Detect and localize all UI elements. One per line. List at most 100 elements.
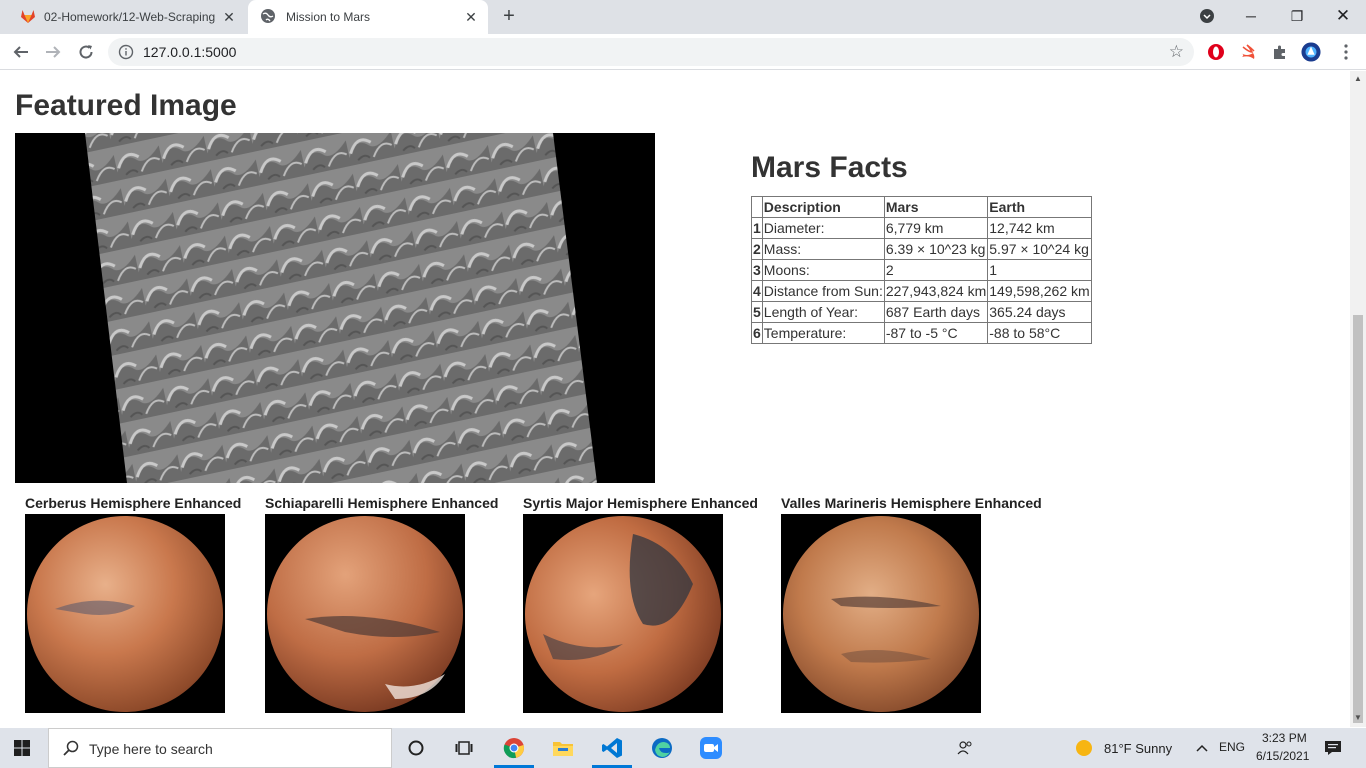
hemisphere-card-schiaparelli: Schiaparelli Hemisphere Enhanced	[265, 495, 498, 713]
chrome-icon[interactable]	[502, 736, 526, 760]
globe-icon	[260, 8, 276, 27]
swift-icon[interactable]	[1238, 42, 1258, 62]
chevron-up-icon[interactable]	[1190, 736, 1214, 760]
mars-facts-heading: Mars Facts	[751, 151, 908, 184]
hemisphere-card-valles-marineris: Valles Marineris Hemisphere Enhanced	[781, 495, 1042, 713]
hemisphere-title: Valles Marineris Hemisphere Enhanced	[781, 495, 1042, 511]
featured-image	[15, 133, 655, 483]
hemisphere-card-syrtis-major: Syrtis Major Hemisphere Enhanced	[523, 495, 758, 713]
clock-time[interactable]: 3:23 PM	[1262, 731, 1307, 745]
gitlab-icon	[20, 8, 36, 27]
table-cell: Moons:	[761, 259, 885, 281]
back-arrow-icon[interactable]	[10, 41, 32, 63]
minimize-icon[interactable]: ─	[1228, 0, 1274, 32]
windows-start-icon[interactable]	[14, 740, 30, 756]
header-cell: Earth	[987, 196, 1092, 218]
row-index: 1	[751, 217, 763, 239]
file-explorer-icon[interactable]	[551, 736, 575, 760]
table-row: 5 Length of Year: 687 Earth days 365.24 …	[751, 301, 1092, 323]
tab-title: 02-Homework/12-Web-Scraping	[44, 10, 216, 24]
table-cell: 12,742 km	[987, 217, 1092, 239]
site-info-icon[interactable]	[118, 44, 134, 60]
restore-icon[interactable]: ❐	[1274, 0, 1320, 32]
vscode-icon[interactable]	[600, 736, 624, 760]
row-index: 4	[751, 280, 763, 302]
taskbar-search-box[interactable]: Type here to search	[48, 728, 392, 768]
scroll-up-icon[interactable]: ▲	[1354, 74, 1362, 83]
header-cell: Mars	[883, 196, 989, 218]
table-cell: 149,598,262 km	[987, 280, 1092, 302]
hemisphere-card-cerberus: Cerberus Hemisphere Enhanced	[25, 495, 241, 713]
profile-avatar[interactable]	[1301, 42, 1321, 62]
people-icon[interactable]	[953, 736, 977, 760]
hemisphere-title: Cerberus Hemisphere Enhanced	[25, 495, 242, 511]
hemisphere-title: Schiaparelli Hemisphere Enhanced	[265, 495, 499, 511]
table-row: 1 Diameter: 6,779 km 12,742 km	[751, 217, 1092, 239]
close-window-icon[interactable]: ✕	[1320, 0, 1366, 32]
table-header-row: Description Mars Earth	[751, 196, 1092, 218]
table-cell: Distance from Sun:	[761, 280, 885, 302]
edge-icon[interactable]	[650, 736, 674, 760]
tab-search-icon[interactable]	[1184, 0, 1230, 32]
table-cell: 2	[883, 259, 989, 281]
scrollbar-thumb[interactable]	[1353, 315, 1363, 723]
reload-icon[interactable]	[75, 41, 97, 63]
close-tab-icon[interactable]: ✕	[462, 8, 480, 26]
table-cell: Length of Year:	[761, 301, 885, 323]
notification-icon[interactable]	[1321, 736, 1345, 760]
browser-toolbar: 127.0.0.1:5000 ☆	[0, 34, 1366, 70]
table-row: 6 Temperature: -87 to -5 °C -88 to 58°C	[751, 322, 1092, 344]
mars-facts-table: Description Mars Earth 1 Diameter: 6,779…	[751, 196, 1092, 344]
table-row: 3 Moons: 2 1	[751, 259, 1092, 281]
table-cell: -88 to 58°C	[987, 322, 1092, 344]
hemisphere-title: Syrtis Major Hemisphere Enhanced	[523, 495, 758, 511]
table-cell: 5.97 × 10^24 kg	[987, 238, 1092, 260]
clock-date[interactable]: 6/15/2021	[1256, 749, 1309, 763]
page-viewport: Featured Image Mars Facts Description Ma…	[0, 71, 1350, 727]
close-tab-icon[interactable]: ✕	[220, 8, 238, 26]
opera-icon[interactable]	[1206, 42, 1226, 62]
row-index: 3	[751, 259, 763, 281]
table-cell: Mass:	[761, 238, 885, 260]
table-cell: -87 to -5 °C	[883, 322, 989, 344]
vertical-scrollbar[interactable]: ▲ ▼	[1350, 71, 1366, 727]
table-cell: Diameter:	[761, 217, 885, 239]
hemisphere-image[interactable]	[265, 514, 465, 713]
table-cell: 227,943,824 km	[883, 280, 989, 302]
windows-taskbar: Type here to search 81°F Sunny ENG 3:23 …	[0, 728, 1366, 768]
url-text: 127.0.0.1:5000	[143, 44, 237, 60]
forward-arrow-icon[interactable]	[42, 41, 64, 63]
hemisphere-image[interactable]	[25, 514, 225, 713]
header-cell: Description	[761, 196, 885, 218]
table-cell: 1	[987, 259, 1092, 281]
tab-mission-to-mars[interactable]: Mission to Mars ✕	[248, 0, 488, 34]
extensions-puzzle-icon[interactable]	[1270, 42, 1290, 62]
task-view-icon[interactable]	[452, 736, 476, 760]
weather-text[interactable]: 81°F Sunny	[1104, 741, 1172, 756]
table-cell: 6.39 × 10^23 kg	[883, 238, 989, 260]
hemisphere-image[interactable]	[523, 514, 723, 713]
tab-strip: 02-Homework/12-Web-Scraping ✕ Mission to…	[0, 0, 1366, 34]
row-index: 2	[751, 238, 763, 260]
table-cell: Temperature:	[761, 322, 885, 344]
search-icon	[63, 740, 79, 761]
header-cell	[751, 196, 763, 218]
hemisphere-image[interactable]	[781, 514, 981, 713]
new-tab-button[interactable]: +	[498, 6, 520, 28]
table-cell: 365.24 days	[987, 301, 1092, 323]
cortana-icon[interactable]	[404, 736, 428, 760]
table-row: 4 Distance from Sun: 227,943,824 km 149,…	[751, 280, 1092, 302]
more-menu-icon[interactable]	[1336, 42, 1356, 62]
weather-sun-icon[interactable]	[1072, 736, 1096, 760]
address-bar[interactable]: 127.0.0.1:5000 ☆	[108, 38, 1194, 66]
bookmark-star-icon[interactable]: ☆	[1169, 42, 1184, 62]
zoom-icon[interactable]	[699, 736, 723, 760]
scroll-down-icon[interactable]: ▼	[1354, 713, 1362, 722]
table-row: 2 Mass: 6.39 × 10^23 kg 5.97 × 10^24 kg	[751, 238, 1092, 260]
table-cell: 6,779 km	[883, 217, 989, 239]
tab-gitlab[interactable]: 02-Homework/12-Web-Scraping ✕	[8, 0, 246, 34]
language-indicator[interactable]: ENG	[1219, 740, 1245, 754]
table-cell: 687 Earth days	[883, 301, 989, 323]
tab-title: Mission to Mars	[286, 10, 371, 24]
featured-image-heading: Featured Image	[15, 89, 237, 122]
